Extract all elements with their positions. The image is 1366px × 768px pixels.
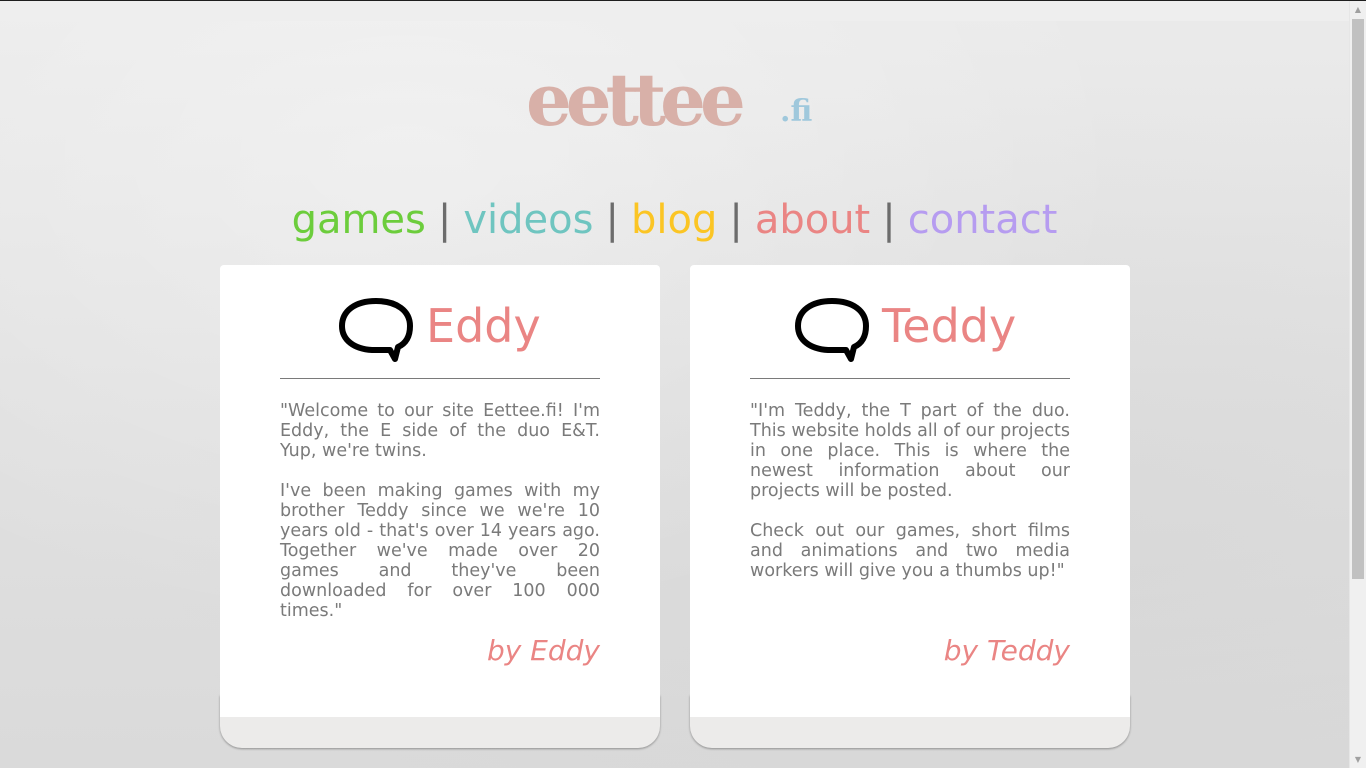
speech-bubble-icon (795, 298, 869, 362)
nav-separator: | (882, 197, 896, 243)
card-title: Teddy (882, 299, 1017, 353)
card-body: Teddy "I'm Teddy, the T part of the duo.… (690, 265, 1130, 717)
card-title: Eddy (426, 299, 541, 353)
logo-domain: .fi (780, 94, 813, 129)
quote-paragraph: I've been making games with my brother T… (280, 481, 600, 621)
quote-paragraph: "Welcome to our site Eettee.fi! I'm Eddy… (280, 401, 600, 461)
card-signature: by Teddy (943, 634, 1070, 667)
scroll-up-arrow-icon[interactable]: ▲ (1350, 1, 1366, 18)
card-quote: "Welcome to our site Eettee.fi! I'm Eddy… (280, 401, 600, 641)
card-divider (750, 378, 1070, 379)
nav-separator: | (729, 197, 743, 243)
main-nav: games | videos | blog | about | contact (0, 194, 1349, 246)
scroll-down-arrow-icon[interactable]: ▼ (1350, 751, 1366, 768)
nav-separator: | (605, 197, 619, 243)
scroll-thumb[interactable] (1352, 19, 1364, 579)
card-body: Eddy "Welcome to our site Eettee.fi! I'm… (220, 265, 660, 717)
card-divider (280, 378, 600, 379)
card-signature: by Eddy (486, 634, 600, 667)
nav-games[interactable]: games (292, 197, 426, 243)
nav-videos[interactable]: videos (463, 197, 593, 243)
card-quote: "I'm Teddy, the T part of the duo. This … (750, 401, 1070, 601)
top-band (0, 1, 1349, 21)
eddy-card: Eddy "Welcome to our site Eettee.fi! I'm… (220, 265, 660, 748)
site-logo[interactable]: eettee .fi (526, 57, 836, 142)
nav-about[interactable]: about (755, 197, 870, 243)
nav-contact[interactable]: contact (908, 197, 1058, 243)
vertical-scrollbar[interactable]: ▲ ▼ (1349, 1, 1366, 768)
nav-separator: | (437, 197, 452, 243)
speech-bubble-icon (339, 298, 413, 362)
card-header: Eddy (220, 293, 660, 363)
page: eettee .fi games | videos | blog | about | conta… (0, 1, 1349, 768)
nav-blog[interactable]: blog (631, 197, 717, 243)
card-header: Teddy (690, 293, 1130, 363)
quote-paragraph: Check out our games, short films and ani… (750, 521, 1070, 581)
teddy-card: Teddy "I'm Teddy, the T part of the duo.… (690, 265, 1130, 748)
quote-paragraph: "I'm Teddy, the T part of the duo. This … (750, 401, 1070, 501)
logo-wordmark: eettee (526, 57, 746, 142)
